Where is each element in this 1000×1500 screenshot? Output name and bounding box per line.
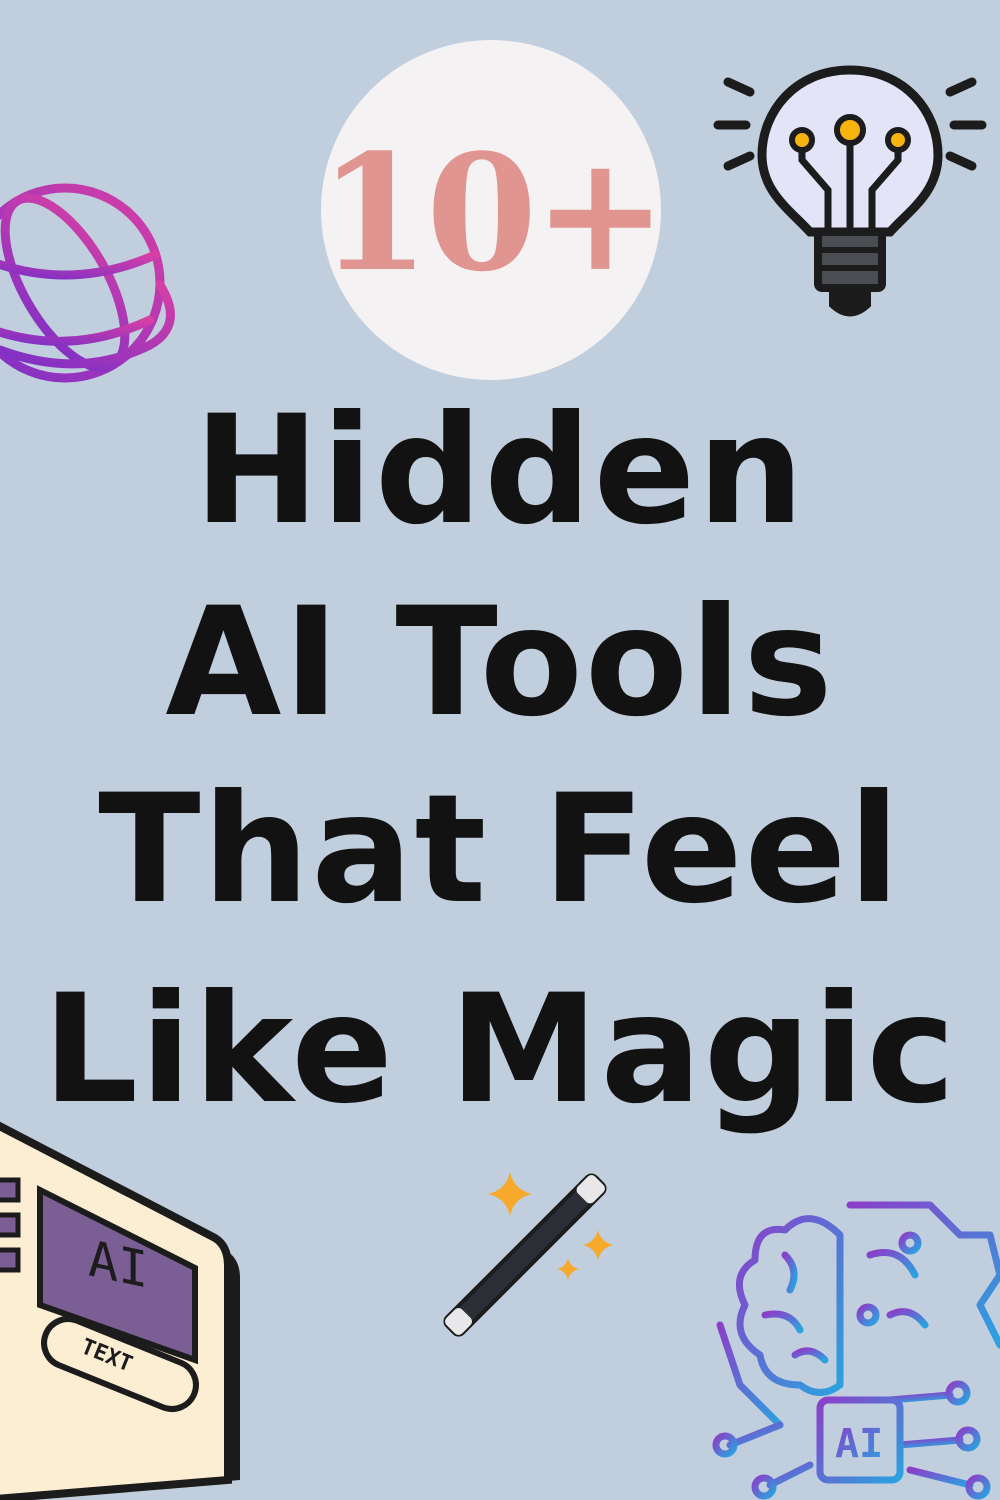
title-line-3: That Feel <box>98 763 902 937</box>
lightbulb-icon <box>713 65 987 317</box>
brain-chip-label: AI <box>835 1421 883 1467</box>
globe-icon <box>0 183 175 383</box>
count-badge-text: 10+ <box>318 119 668 307</box>
count-badge: 10+ <box>318 40 668 380</box>
title-line-1: Hidden <box>193 384 807 558</box>
ai-brain-circuit-icon: AI <box>712 1201 1000 1500</box>
pin-graphic: 10+ Hidden AI Tools That Feel Like Magic <box>0 0 1000 1500</box>
ai-text-tablet-icon: AI TEXT <box>0 1121 240 1500</box>
magic-wand-icon <box>443 1172 613 1337</box>
title-line-2: AI Tools <box>165 576 835 750</box>
